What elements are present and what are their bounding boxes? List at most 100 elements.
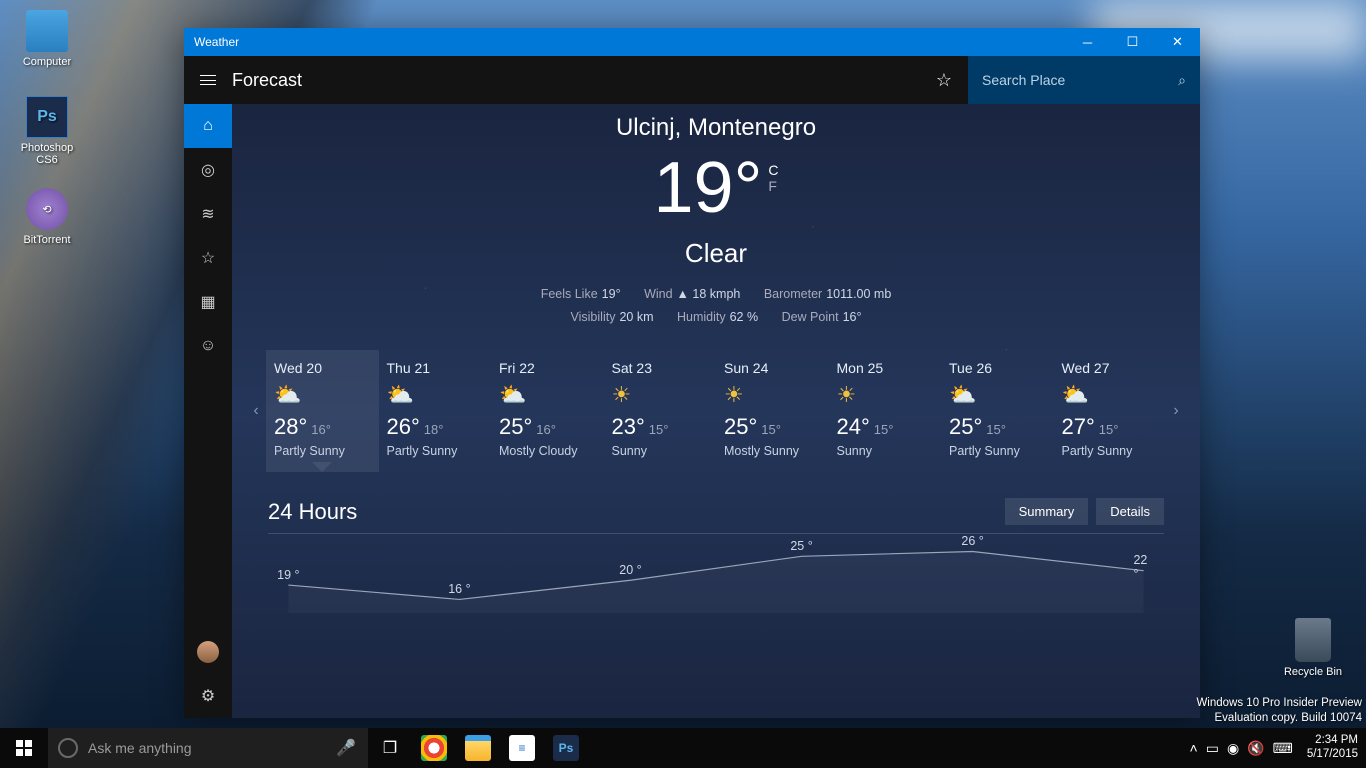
system-tray: ˄ ▭ ◉ 🔇 ⌨ 2:34 PM 5/17/2015 bbox=[1190, 734, 1366, 762]
minimize-button[interactable]: ─ bbox=[1065, 28, 1110, 56]
sidebar-item-maps[interactable]: ◎ bbox=[184, 148, 232, 192]
taskbar-app-chrome[interactable] bbox=[412, 728, 456, 768]
forecast-day[interactable]: Sun 24☀25°15°Mostly Sunny bbox=[716, 350, 829, 472]
taskbar-app-explorer[interactable] bbox=[456, 728, 500, 768]
hourly-point-label: 16 ° bbox=[448, 582, 470, 596]
forecast-low: 15° bbox=[874, 422, 894, 437]
photoshop-icon: Ps bbox=[26, 96, 68, 138]
forecast-desc: Partly Sunny bbox=[387, 444, 484, 458]
desktop-icon-photoshop[interactable]: Ps Photoshop CS6 bbox=[12, 96, 82, 166]
forecast-day[interactable]: Tue 26⛅25°15°Partly Sunny bbox=[941, 350, 1054, 472]
forecast-day-label: Thu 21 bbox=[387, 360, 484, 376]
forecast-next-button[interactable]: › bbox=[1166, 350, 1186, 472]
hourly-section: 24 Hours Summary Details 19 °16 °20 °25 … bbox=[232, 498, 1200, 613]
location-name: Ulcinj, Montenegro bbox=[232, 114, 1200, 142]
forecast-desc: Partly Sunny bbox=[949, 444, 1046, 458]
favorite-button[interactable]: ☆ bbox=[920, 70, 968, 91]
taskbar: Ask me anything 🎤 ❐ ≡ Ps ˄ ▭ ◉ 🔇 ⌨ 2:34 … bbox=[0, 728, 1366, 768]
hourly-point-label: 20 ° bbox=[619, 563, 641, 577]
forecast-day[interactable]: Thu 21⛅26°18°Partly Sunny bbox=[379, 350, 492, 472]
current-temp: 19° C F bbox=[232, 152, 1200, 224]
weather-icon: ⛅ bbox=[949, 382, 1046, 408]
desktop-icon-computer[interactable]: Computer bbox=[12, 10, 82, 68]
cortana-placeholder: Ask me anything bbox=[88, 740, 336, 756]
forecast-prev-button[interactable]: ‹ bbox=[246, 350, 266, 472]
forecast-high: 25° bbox=[724, 414, 757, 439]
page-title: Forecast bbox=[232, 70, 302, 91]
forecast-desc: Sunny bbox=[837, 444, 934, 458]
tray-chevron-icon[interactable]: ˄ bbox=[1190, 740, 1198, 756]
hourly-point-label: 22 ° bbox=[1133, 553, 1153, 581]
start-button[interactable] bbox=[0, 728, 48, 768]
forecast-day-label: Fri 22 bbox=[499, 360, 596, 376]
clock-date: 5/17/2015 bbox=[1307, 748, 1358, 762]
keyboard-icon[interactable]: ⌨ bbox=[1273, 740, 1293, 757]
unit-fahrenheit[interactable]: F bbox=[768, 178, 778, 194]
forecast-day[interactable]: Wed 20⛅28°16°Partly Sunny bbox=[266, 350, 379, 472]
sidebar: ⌂ ◎ ≋ ☆ ▦ ☺ ⚙ bbox=[184, 104, 232, 718]
sidebar-item-favorites[interactable]: ☆ bbox=[184, 236, 232, 280]
hamburger-button[interactable] bbox=[184, 56, 232, 104]
forecast-desc: Mostly Sunny bbox=[724, 444, 821, 458]
forecast-day[interactable]: Mon 25☀24°15°Sunny bbox=[829, 350, 942, 472]
unit-celsius[interactable]: C bbox=[768, 162, 778, 178]
forecast-low: 15° bbox=[1099, 422, 1119, 437]
forecast-day-label: Sun 24 bbox=[724, 360, 821, 376]
icon-label: Recycle Bin bbox=[1278, 666, 1348, 678]
forecast-day[interactable]: Fri 22⛅25°16°Mostly Cloudy bbox=[491, 350, 604, 472]
forecast-low: 15° bbox=[649, 422, 669, 437]
sidebar-item-history[interactable]: ≋ bbox=[184, 192, 232, 236]
weather-icon: ⛅ bbox=[274, 382, 371, 408]
weather-icon: ☀ bbox=[612, 382, 709, 408]
details-button[interactable]: Details bbox=[1096, 498, 1164, 525]
taskbar-app-photoshop[interactable]: Ps bbox=[544, 728, 588, 768]
forecast-high: 26° bbox=[387, 414, 420, 439]
taskbar-app-wordpad[interactable]: ≡ bbox=[500, 728, 544, 768]
window-titlebar[interactable]: Weather ─ ☐ ✕ bbox=[184, 28, 1200, 56]
close-button[interactable]: ✕ bbox=[1155, 28, 1200, 56]
hourly-chart: 19 °16 °20 °25 °26 °22 ° bbox=[268, 533, 1164, 613]
summary-button[interactable]: Summary bbox=[1005, 498, 1089, 525]
search-placeholder: Search Place bbox=[982, 72, 1065, 88]
wifi-icon[interactable]: ◉ bbox=[1227, 740, 1239, 757]
bittorrent-icon: ⟲ bbox=[26, 188, 68, 230]
forecast-day[interactable]: Wed 27⛅27°15°Partly Sunny bbox=[1054, 350, 1167, 472]
clock[interactable]: 2:34 PM 5/17/2015 bbox=[1307, 734, 1358, 762]
recycle-bin-icon bbox=[1295, 618, 1331, 662]
cortana-search[interactable]: Ask me anything 🎤 bbox=[48, 728, 368, 768]
volume-icon[interactable]: 🔇 bbox=[1247, 740, 1264, 757]
battery-icon[interactable]: ▭ bbox=[1206, 740, 1219, 757]
forecast-day[interactable]: Sat 23☀23°15°Sunny bbox=[604, 350, 717, 472]
window-title: Weather bbox=[194, 35, 239, 49]
clock-time: 2:34 PM bbox=[1307, 734, 1358, 748]
forecast-desc: Sunny bbox=[612, 444, 709, 458]
hourly-point-label: 19 ° bbox=[277, 568, 299, 582]
search-icon: ⌕ bbox=[1178, 72, 1186, 89]
desktop-icon-recyclebin[interactable]: Recycle Bin bbox=[1278, 618, 1348, 678]
weather-content: Ulcinj, Montenegro 19° C F Clear Feels L… bbox=[232, 104, 1200, 718]
forecast-row: ‹ Wed 20 ⛅ 28° 16° Partly Sunny Thu 21 ⛅ 26° 18°… bbox=[232, 350, 1200, 472]
cortana-icon bbox=[58, 738, 78, 758]
forecast-day-label: Wed 27 bbox=[1062, 360, 1159, 376]
forecast-high: 28° bbox=[274, 414, 307, 439]
desktop-icon-bittorrent[interactable]: ⟲ BitTorrent bbox=[12, 188, 82, 246]
forecast-desc: Mostly Cloudy bbox=[499, 444, 596, 458]
sidebar-item-home[interactable]: ⌂ bbox=[184, 104, 232, 148]
windows-logo-icon bbox=[16, 740, 32, 756]
sidebar-item-settings[interactable]: ⚙ bbox=[184, 674, 232, 718]
weather-icon: ☀ bbox=[837, 382, 934, 408]
sidebar-item-news[interactable]: ▦ bbox=[184, 280, 232, 324]
forecast-day-label: Wed 20 bbox=[274, 360, 371, 376]
windows-watermark: Windows 10 Pro Insider Preview Evaluatio… bbox=[1196, 696, 1362, 726]
mic-icon[interactable]: 🎤 bbox=[336, 738, 356, 758]
forecast-low: 15° bbox=[761, 422, 781, 437]
hourly-point-label: 25 ° bbox=[790, 539, 812, 553]
sidebar-item-feedback[interactable]: ☺ bbox=[184, 324, 232, 368]
forecast-low: 16° bbox=[311, 422, 331, 437]
monitor-icon bbox=[26, 10, 68, 52]
task-view-button[interactable]: ❐ bbox=[368, 728, 412, 768]
search-box[interactable]: Search Place ⌕ bbox=[968, 56, 1200, 104]
maximize-button[interactable]: ☐ bbox=[1110, 28, 1155, 56]
sidebar-avatar[interactable] bbox=[184, 630, 232, 674]
forecast-low: 18° bbox=[424, 422, 444, 437]
